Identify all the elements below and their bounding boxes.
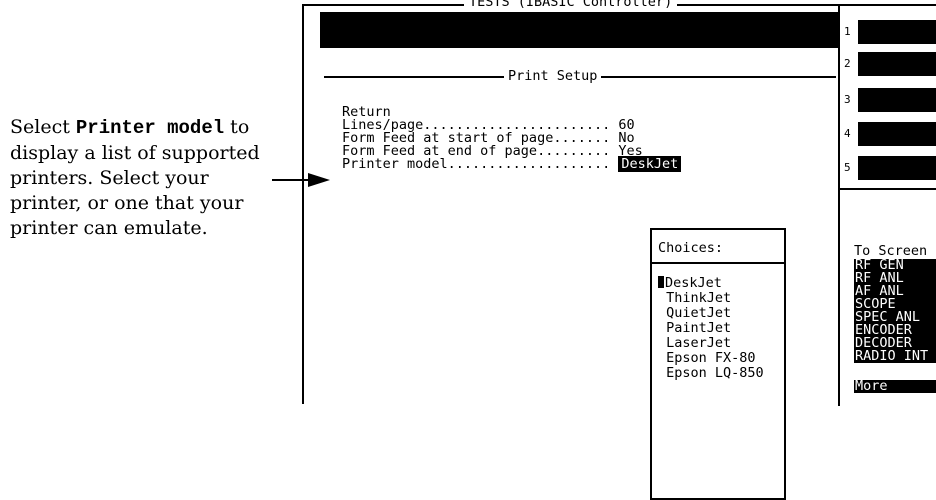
softkey-number: 4 — [844, 127, 851, 140]
softkey-bar — [858, 52, 936, 76]
choice-item[interactable]: QuietJet — [658, 306, 764, 321]
choice-item[interactable]: Epson LQ-850 — [658, 366, 764, 381]
softkey-2[interactable]: 2 — [840, 52, 936, 76]
choice-label: PaintJet — [666, 320, 732, 336]
choice-label: Epson FX-80 — [666, 350, 756, 366]
choices-divider — [652, 262, 784, 264]
cursor-icon — [658, 276, 664, 288]
softkey-bar — [858, 88, 936, 112]
softkey-number: 1 — [844, 25, 851, 38]
choice-list: DeskJet ThinkJet QuietJet PaintJet Laser… — [658, 276, 764, 381]
menu-item-printer-model[interactable]: Printer model.................... DeskJe… — [342, 156, 682, 172]
softkey-divider — [840, 188, 936, 190]
choice-label: QuietJet — [666, 305, 732, 321]
prompt-line-1: Turn the knob to the desired item and pu… — [324, 47, 698, 63]
print-setup-menu: Return Lines/page.......................… — [342, 105, 682, 172]
softkey-bar — [858, 20, 936, 44]
screen-button-rf-anl[interactable]: RF ANL — [854, 272, 936, 285]
softkey-number: 3 — [844, 93, 851, 106]
instruction-caption: Select Printer model to display a list o… — [10, 115, 280, 241]
choices-header: Choices: — [658, 240, 724, 256]
choice-item[interactable]: PaintJet — [658, 321, 764, 336]
softkey-number: 2 — [844, 57, 851, 70]
screen-button-scope[interactable]: SCOPE — [854, 298, 936, 311]
choice-label: ThinkJet — [666, 290, 732, 306]
choice-item[interactable]: DeskJet — [658, 276, 764, 291]
choice-item[interactable]: Epson FX-80 — [658, 351, 764, 366]
choice-item[interactable]: ThinkJet — [658, 291, 764, 306]
softkey-number: 5 — [844, 161, 851, 174]
screen-button-radio-int[interactable]: RADIO INT — [854, 350, 936, 363]
choice-item[interactable]: LaserJet — [658, 336, 764, 351]
screen-button-af-anl[interactable]: AF ANL — [854, 285, 936, 298]
screen-button-encoder[interactable]: ENCODER — [854, 324, 936, 337]
screen-button-spec-anl[interactable]: SPEC ANL — [854, 311, 936, 324]
instrument-screen: TESTS (IBASIC Controller) Turn the knob … — [302, 0, 936, 500]
menu-label: Printer model.................... — [342, 156, 611, 172]
caption-code: Printer model — [75, 117, 225, 139]
choice-label: LaserJet — [666, 335, 732, 351]
to-screen-header: To Screen — [854, 243, 928, 259]
menu-value-selected: DeskJet — [618, 156, 682, 172]
prompt-banner: Turn the knob to the desired item and pu… — [320, 12, 840, 114]
softkey-1[interactable]: 1 — [840, 20, 936, 44]
softkey-bar — [858, 122, 936, 146]
choices-popup: Choices: DeskJet ThinkJet QuietJet Paint… — [650, 228, 786, 500]
caption-text-1: Select — [10, 116, 76, 138]
softkey-3[interactable]: 3 — [840, 88, 936, 112]
section-title: Print Setup — [504, 69, 602, 83]
choice-label: DeskJet — [665, 275, 722, 291]
to-screen-panel: To Screen RF GEN RF ANL AF ANL SCOPE SPE… — [854, 244, 936, 393]
choice-label: Epson LQ-850 — [666, 365, 764, 381]
softkey-4[interactable]: 4 — [840, 122, 936, 146]
softkey-bar — [858, 156, 936, 180]
screen-button-rf-gen[interactable]: RF GEN — [854, 259, 936, 272]
more-button[interactable]: More — [854, 379, 936, 393]
screen-title: TESTS (IBASIC Controller) — [464, 0, 678, 9]
screen-button-decoder[interactable]: DECODER — [854, 337, 936, 350]
softkey-5[interactable]: 5 — [840, 156, 936, 180]
